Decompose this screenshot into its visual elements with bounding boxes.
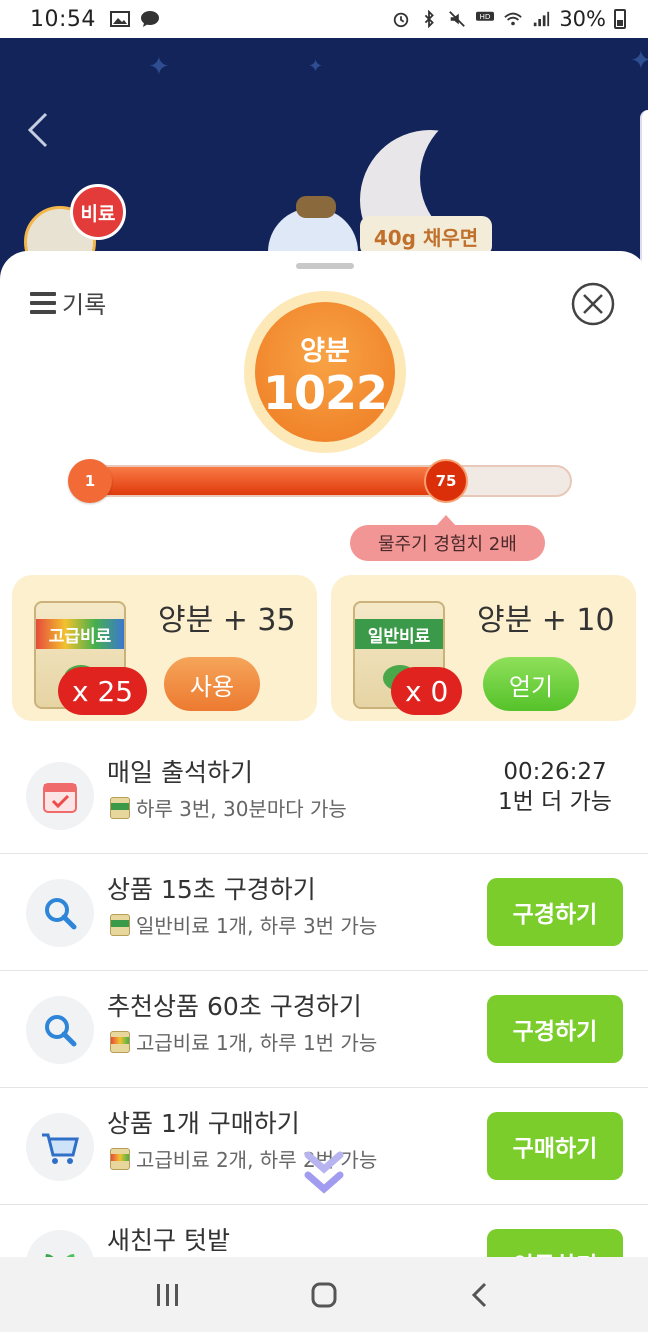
fertilizer-sheet: 기록 양분 1022 1 75 물주기 경험치 2배 고급비료 x 25 양분 … xyxy=(0,251,648,1257)
normal-fertilizer-card: 일반비료 x 0 양분 + 10 얻기 xyxy=(331,575,636,721)
home-icon xyxy=(311,1282,337,1307)
normal-reward: 양분 + 10 xyxy=(477,603,615,638)
close-button[interactable] xyxy=(570,281,616,327)
task-title: 상품 15초 구경하기 xyxy=(107,875,316,904)
back-button[interactable] xyxy=(460,1275,500,1315)
go-button[interactable]: 이동하기 xyxy=(487,1229,623,1257)
purchase-button[interactable]: 구매하기 xyxy=(487,1112,623,1180)
progress-start-marker: 1 xyxy=(68,459,112,503)
fertilizer-cards: 고급비료 x 25 양분 + 35 사용 일반비료 x 0 양분 + 10 얻기 xyxy=(12,575,636,721)
browse-button[interactable]: 구경하기 xyxy=(487,995,623,1063)
star-icon: ✦ xyxy=(148,52,170,82)
task-subtitle: 일반비료 1개, 하루 3번 가능 xyxy=(136,914,378,938)
task-title: 상품 1개 구매하기 xyxy=(107,1109,300,1138)
back-chevron-icon[interactable] xyxy=(24,110,54,150)
progress-fill xyxy=(78,467,447,495)
scroll-down-icon[interactable] xyxy=(302,1147,346,1203)
fertilizer-icon xyxy=(110,1030,130,1053)
calendar-icon xyxy=(43,783,77,813)
history-button[interactable]: 기록 xyxy=(30,285,106,320)
back-icon xyxy=(471,1282,487,1307)
premium-reward: 양분 + 35 xyxy=(158,603,296,638)
signal-icon xyxy=(534,11,550,27)
task-title: 새친구 텃밭 xyxy=(107,1226,230,1255)
search-icon xyxy=(45,1015,77,1047)
alarm-icon xyxy=(394,12,409,28)
star-icon: ✦ xyxy=(308,56,324,77)
status-time: 10:54 xyxy=(30,6,96,32)
task-title: 매일 출석하기 xyxy=(107,758,253,787)
recent-apps-icon xyxy=(157,1283,178,1306)
task-title: 추천상품 60초 구경하기 xyxy=(107,992,362,1021)
nutrient-label: 양분 xyxy=(300,335,350,367)
bluetooth-icon xyxy=(425,10,435,28)
system-nav-bar xyxy=(0,1257,648,1332)
cart-icon xyxy=(42,1133,79,1164)
star-icon: ✦ xyxy=(630,46,648,76)
battery-icon xyxy=(614,9,626,29)
fertilizer-icon xyxy=(110,796,130,819)
progress-track xyxy=(76,465,572,497)
wifi-icon xyxy=(504,12,523,26)
task-item-browse-15s: 상품 15초 구경하기 일반비료 1개, 하루 3번 가능 구경하기 xyxy=(0,854,648,971)
progress-current-marker: 75 xyxy=(424,459,468,503)
fertilizer-icon xyxy=(110,1147,130,1170)
hd-voice-icon: HD xyxy=(476,11,495,21)
home-button[interactable] xyxy=(304,1275,344,1315)
task-item-attendance: 매일 출석하기 하루 3번, 30분마다 가능 00:26:27 1번 더 가능 xyxy=(0,737,648,854)
nutrient-circle: 양분 1022 xyxy=(244,291,406,453)
normal-fertilizer-count: x 0 xyxy=(391,667,463,715)
recent-apps-button[interactable] xyxy=(148,1275,188,1315)
premium-fertilizer-count: x 25 xyxy=(58,667,148,715)
fertilizer-badge: 비료 xyxy=(70,184,126,240)
bonus-tip: 물주기 경험치 2배 xyxy=(350,515,545,561)
image-icon xyxy=(109,11,130,27)
nutrient-progress: 1 75 xyxy=(68,459,572,503)
timer-note: 1번 더 가능 xyxy=(498,789,612,815)
sheet-handle[interactable] xyxy=(296,263,354,269)
attendance-timer: 00:26:27 1번 더 가능 xyxy=(480,757,630,817)
history-label: 기록 xyxy=(62,291,107,319)
task-subtitle: 고급비료 1개, 하루 1번 가능 xyxy=(136,1031,378,1055)
menu-icon xyxy=(30,291,56,314)
status-bar: 10:54 HD 30% xyxy=(0,0,648,38)
battery-percent: 30% xyxy=(559,7,606,31)
nutrient-value: 1022 xyxy=(262,365,388,420)
mute-icon xyxy=(449,11,466,27)
task-subtitle: 하루 3번, 30분마다 가능 xyxy=(136,797,347,821)
use-button[interactable]: 사용 xyxy=(164,657,260,711)
svg-text:HD: HD xyxy=(480,12,491,21)
leaf-icon xyxy=(45,1254,75,1257)
browse-button[interactable]: 구경하기 xyxy=(487,878,623,946)
fill-tip: 40g 채우면 xyxy=(360,216,492,256)
fertilizer-icon xyxy=(110,913,130,936)
task-item-new-friend-garden: 새친구 텃밭 이동하기 xyxy=(0,1205,648,1257)
chat-icon xyxy=(140,11,159,27)
get-button[interactable]: 얻기 xyxy=(483,657,579,711)
timer-value: 00:26:27 xyxy=(503,759,607,785)
premium-fertilizer-card: 고급비료 x 25 양분 + 35 사용 xyxy=(12,575,317,721)
task-item-browse-60s: 추천상품 60초 구경하기 고급비료 1개, 하루 1번 가능 구경하기 xyxy=(0,971,648,1088)
search-icon xyxy=(45,898,77,930)
